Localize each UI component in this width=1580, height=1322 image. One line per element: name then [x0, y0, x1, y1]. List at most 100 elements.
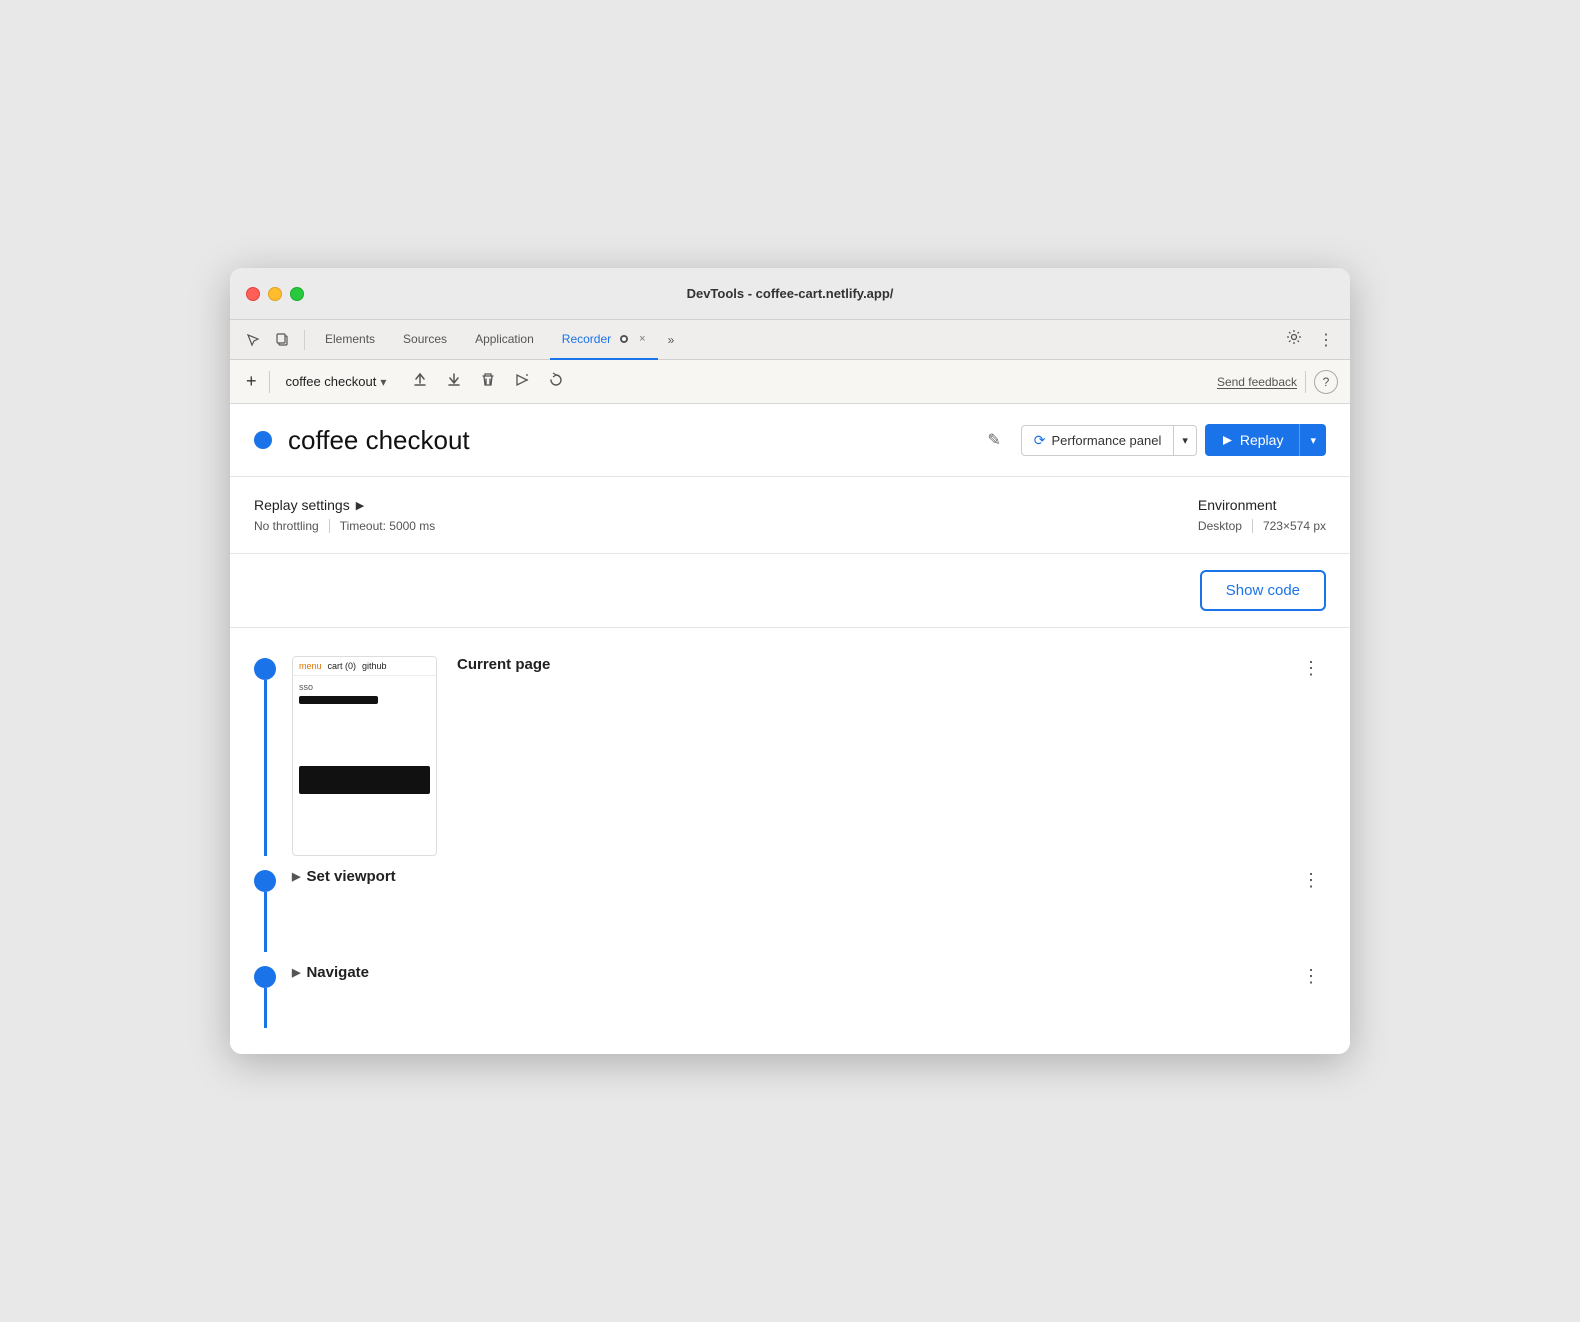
cursor-icon	[246, 333, 260, 347]
replay-chevron-icon: ▾	[1310, 435, 1316, 447]
perf-icon: ⟳	[1034, 432, 1046, 449]
settings-pipe	[329, 519, 330, 533]
gear-icon	[1286, 329, 1302, 345]
device-label: Desktop	[1198, 519, 1242, 533]
recording-header: coffee checkout ✎ ⟳ Performance panel ▾	[230, 404, 1350, 477]
step-content-navigate: ▶ Navigate ⋮	[292, 962, 1326, 1028]
step-title-set-viewport: ▶ Set viewport	[292, 868, 396, 885]
environment-details: Desktop 723×574 px	[1198, 519, 1326, 533]
dimensions-label: 723×574 px	[1263, 519, 1326, 533]
step-item-current-page: menu cart (0) github sso	[230, 644, 1350, 856]
perf-panel-chevron-button[interactable]: ▾	[1174, 425, 1197, 456]
preview-bar-1	[299, 696, 378, 704]
step-row-set-viewport: ▶ Set viewport ⋮	[292, 868, 1326, 893]
replay-main-button[interactable]: Replay	[1205, 424, 1300, 456]
play-icon	[514, 372, 530, 388]
recording-title: coffee checkout	[288, 425, 967, 456]
tab-sources[interactable]: Sources	[391, 320, 459, 360]
copy-icon-btn[interactable]	[270, 329, 296, 351]
timeout-label: Timeout: 5000 ms	[340, 519, 436, 533]
copy-icon	[276, 333, 290, 347]
preview-nav-menu: menu	[299, 661, 322, 671]
show-code-section: Show code	[230, 554, 1350, 628]
recorder-toolbar: + coffee checkout ▾	[230, 360, 1350, 404]
step-item-navigate: ▶ Navigate ⋮	[230, 952, 1350, 1038]
maximize-traffic-light[interactable]	[290, 287, 304, 301]
edit-pencil-icon: ✎	[987, 432, 1000, 449]
step-row-navigate: ▶ Navigate ⋮	[292, 964, 1326, 989]
preview-nav-github: github	[362, 661, 387, 671]
step-line-3	[264, 988, 267, 1028]
steps-section: menu cart (0) github sso	[230, 628, 1350, 1054]
step-line-1	[264, 680, 267, 856]
settings-expand-arrow: ▶	[356, 499, 364, 512]
replay-button-group: Replay ▾	[1205, 424, 1326, 456]
step-content-current-page: menu cart (0) github sso	[292, 654, 1326, 856]
step-dot-current-page	[254, 658, 276, 680]
add-recording-button[interactable]: +	[242, 369, 261, 394]
delete-button[interactable]	[474, 368, 502, 396]
replay-play-icon	[1221, 434, 1234, 447]
toolbar-divider-1	[269, 371, 270, 393]
export-icon	[412, 372, 428, 388]
step-title-current-page: Current page	[457, 656, 550, 673]
title-bar: DevTools - coffee-cart.netlify.app/	[230, 268, 1350, 320]
close-traffic-light[interactable]	[246, 287, 260, 301]
step-content-set-viewport: ▶ Set viewport ⋮	[292, 866, 1326, 952]
page-preview-thumbnail: menu cart (0) github sso	[292, 656, 437, 856]
recording-status-dot	[254, 431, 272, 449]
step-row-current-page: menu cart (0) github sso	[292, 656, 1326, 856]
step-more-button-current-page[interactable]: ⋮	[1296, 656, 1326, 681]
step-arrow-icon: ▶	[292, 870, 300, 883]
recording-selector[interactable]: coffee checkout ▾	[278, 370, 395, 393]
recorder-icon	[618, 333, 630, 345]
traffic-lights	[246, 287, 304, 301]
replay-cycle-icon	[548, 372, 564, 388]
environment-title: Environment	[1198, 497, 1326, 513]
throttling-label: No throttling	[254, 519, 319, 533]
replay-settings-title[interactable]: Replay settings ▶	[254, 497, 435, 513]
environment-group: Environment Desktop 723×574 px	[1198, 497, 1326, 533]
step-line-2	[264, 892, 267, 952]
step-title-navigate: ▶ Navigate	[292, 964, 369, 981]
step-item-set-viewport: ▶ Set viewport ⋮	[230, 856, 1350, 952]
step-more-button-set-viewport[interactable]: ⋮	[1296, 868, 1326, 893]
settings-gear-button[interactable]	[1280, 325, 1308, 354]
minimize-traffic-light[interactable]	[268, 287, 282, 301]
replay-chevron-button[interactable]: ▾	[1299, 424, 1326, 456]
tab-recorder-close[interactable]: ×	[639, 333, 645, 345]
cursor-icon-btn[interactable]	[240, 329, 266, 351]
tab-divider-1	[304, 330, 305, 350]
header-actions: ⟳ Performance panel ▾ Replay	[1021, 424, 1326, 456]
window-title: DevTools - coffee-cart.netlify.app/	[687, 286, 894, 301]
more-options-button[interactable]: ⋮	[1312, 326, 1340, 354]
import-button[interactable]	[440, 368, 468, 396]
step-dot-navigate	[254, 966, 276, 988]
replay-cycle-button[interactable]	[542, 368, 570, 396]
help-button[interactable]: ?	[1314, 370, 1338, 394]
devtools-window: DevTools - coffee-cart.netlify.app/ Elem…	[230, 268, 1350, 1054]
step-more-button-navigate[interactable]: ⋮	[1296, 964, 1326, 989]
performance-panel-button[interactable]: ⟳ Performance panel	[1021, 425, 1175, 456]
settings-section: Replay settings ▶ No throttling Timeout:…	[230, 477, 1350, 554]
perf-panel-label: Performance panel	[1052, 433, 1162, 448]
env-pipe	[1252, 519, 1253, 533]
tab-recorder[interactable]: Recorder ×	[550, 320, 658, 360]
more-tabs-chevron[interactable]: »	[662, 329, 681, 351]
show-code-button[interactable]: Show code	[1200, 570, 1326, 611]
preview-empty	[299, 708, 430, 758]
edit-name-button[interactable]: ✎	[983, 426, 1004, 454]
play-button[interactable]	[508, 368, 536, 396]
tab-elements[interactable]: Elements	[313, 320, 387, 360]
tabs-bar: Elements Sources Application Recorder × …	[230, 320, 1350, 360]
preview-body: sso	[293, 676, 436, 800]
replay-settings-group: Replay settings ▶ No throttling Timeout:…	[254, 497, 435, 533]
dropdown-arrow-icon: ▾	[380, 375, 386, 389]
perf-chevron-icon: ▾	[1182, 435, 1188, 447]
export-button[interactable]	[406, 368, 434, 396]
preview-nav-cart: cart (0)	[328, 661, 357, 671]
replay-label: Replay	[1240, 432, 1284, 448]
send-feedback-button[interactable]: Send feedback	[1217, 375, 1297, 389]
tab-application[interactable]: Application	[463, 320, 546, 360]
step-title-row: Current page ⋮	[457, 656, 1326, 681]
